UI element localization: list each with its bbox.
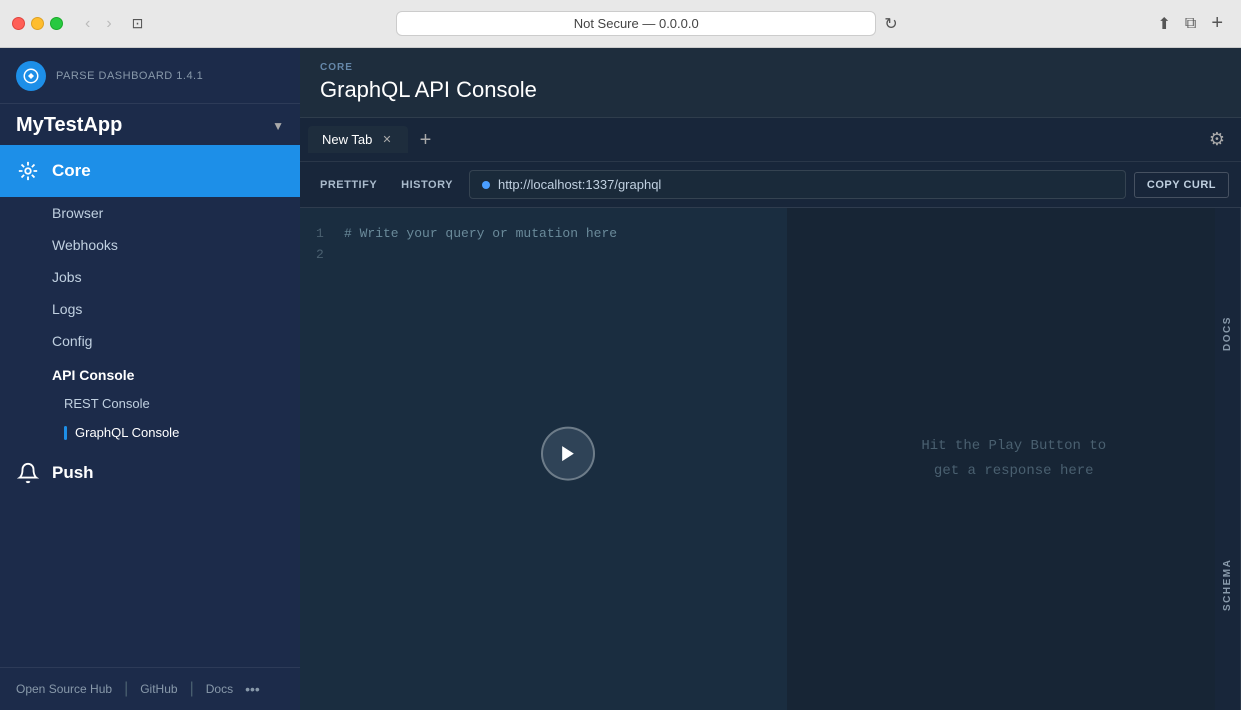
- line-numbers: 1 2: [316, 224, 324, 266]
- sidebar-item-jobs[interactable]: Jobs: [0, 261, 300, 293]
- sidebar-item-logs[interactable]: Logs: [0, 293, 300, 325]
- tab-new-tab[interactable]: New Tab ✕: [308, 126, 408, 153]
- parse-logo: [16, 61, 46, 91]
- sidebar-item-browser[interactable]: Browser: [0, 197, 300, 229]
- page-header: CORE GraphQL API Console: [300, 48, 1241, 118]
- forward-button[interactable]: ›: [100, 13, 117, 35]
- tab-settings-button[interactable]: ⚙: [1201, 125, 1233, 154]
- traffic-lights: [12, 17, 63, 30]
- github-link[interactable]: GitHub: [140, 682, 177, 696]
- window-button[interactable]: ⊡: [126, 13, 150, 34]
- sidebar-item-webhooks[interactable]: Webhooks: [0, 229, 300, 261]
- response-placeholder-line2: get a response here: [921, 459, 1106, 484]
- line-number-2: 2: [316, 245, 324, 266]
- breadcrumb: CORE: [320, 62, 1221, 73]
- back-button[interactable]: ‹: [79, 13, 96, 35]
- play-button[interactable]: [541, 427, 595, 481]
- main-content: CORE GraphQL API Console New Tab ✕ + ⚙ P…: [300, 48, 1241, 710]
- tab-close-button[interactable]: ✕: [380, 133, 393, 146]
- open-source-hub-link[interactable]: Open Source Hub: [16, 682, 112, 696]
- app-version-label: PARSE DASHBOARD 1.4.1: [56, 70, 203, 82]
- url-bar[interactable]: http://localhost:1337/graphql: [469, 170, 1126, 199]
- sidebar-item-graphql-console[interactable]: GraphQL Console: [0, 418, 300, 447]
- editor-comment-line: # Write your query or mutation here: [344, 224, 771, 245]
- toolbar: PRETTIFY HISTORY http://localhost:1337/g…: [300, 162, 1241, 208]
- sidebar-header: PARSE DASHBOARD 1.4.1: [0, 48, 300, 104]
- schema-side-tab[interactable]: SCHEMA: [1215, 459, 1241, 710]
- browser-actions: ⬆ ⧉ +: [1152, 12, 1229, 36]
- sidebar-footer: Open Source Hub | GitHub | Docs •••: [0, 667, 300, 710]
- response-panel: Hit the Play Button to get a response he…: [787, 208, 1241, 710]
- app-layout: PARSE DASHBOARD 1.4.1 MyTestApp ▼ Core B…: [0, 48, 1241, 710]
- docs-side-tab[interactable]: DOCS: [1215, 208, 1241, 459]
- url-status-dot: [482, 181, 490, 189]
- minimize-traffic-light[interactable]: [31, 17, 44, 30]
- api-console-group-label: API Console: [0, 357, 300, 389]
- active-indicator: [64, 426, 67, 440]
- url-value: http://localhost:1337/graphql: [498, 177, 661, 192]
- core-sub-items: Browser Webhooks Jobs Logs Config API Co…: [0, 197, 300, 447]
- reload-button[interactable]: ↻: [884, 14, 897, 34]
- editor-content[interactable]: # Write your query or mutation here: [344, 224, 771, 245]
- sidebar-item-push[interactable]: Push: [0, 447, 300, 499]
- tab-label: New Tab: [322, 132, 372, 147]
- app-name-row: MyTestApp ▼: [0, 104, 300, 141]
- prettify-button[interactable]: PRETTIFY: [312, 175, 385, 195]
- more-footer-options[interactable]: •••: [245, 681, 260, 697]
- side-tabs: DOCS SCHEMA: [1215, 208, 1241, 710]
- tab-bar: New Tab ✕ + ⚙: [300, 118, 1241, 162]
- push-icon: [16, 461, 40, 485]
- sidebar-item-config[interactable]: Config: [0, 325, 300, 357]
- address-bar[interactable]: Not Secure — 0.0.0.0: [396, 11, 876, 36]
- nav-buttons: ‹ ›: [79, 13, 118, 35]
- sidebar-nav: Core Browser Webhooks Jobs Logs Config A…: [0, 141, 300, 667]
- app-name: MyTestApp: [16, 114, 122, 137]
- browser-chrome: ‹ › ⊡ Not Secure — 0.0.0.0 ↻ ⬆ ⧉ +: [0, 0, 1241, 48]
- copy-curl-button[interactable]: COPY CURL: [1134, 172, 1229, 198]
- address-bar-wrap: Not Secure — 0.0.0.0 ↻: [157, 11, 1136, 36]
- query-editor[interactable]: 1 2 # Write your query or mutation here: [300, 208, 787, 710]
- core-label: Core: [52, 161, 91, 181]
- add-tab-button[interactable]: +: [412, 130, 440, 150]
- sidebar-item-rest-console[interactable]: REST Console: [0, 389, 300, 418]
- line-number-1: 1: [316, 224, 324, 245]
- history-button[interactable]: HISTORY: [393, 175, 461, 195]
- sidebar-item-core[interactable]: Core: [0, 145, 300, 197]
- new-tab-button[interactable]: +: [1205, 12, 1229, 36]
- sidebar-toggle-button[interactable]: ⧉: [1180, 12, 1201, 36]
- response-placeholder: Hit the Play Button to get a response he…: [921, 434, 1106, 484]
- docs-link[interactable]: Docs: [206, 682, 233, 696]
- sidebar: PARSE DASHBOARD 1.4.1 MyTestApp ▼ Core B…: [0, 48, 300, 710]
- close-traffic-light[interactable]: [12, 17, 25, 30]
- page-title: GraphQL API Console: [320, 77, 1221, 103]
- dropdown-icon[interactable]: ▼: [272, 119, 284, 133]
- core-icon: [16, 159, 40, 183]
- share-button[interactable]: ⬆: [1152, 12, 1175, 36]
- editor-area: 1 2 # Write your query or mutation here …: [300, 208, 1241, 710]
- push-label: Push: [52, 463, 94, 483]
- maximize-traffic-light[interactable]: [50, 17, 63, 30]
- response-placeholder-line1: Hit the Play Button to: [921, 434, 1106, 459]
